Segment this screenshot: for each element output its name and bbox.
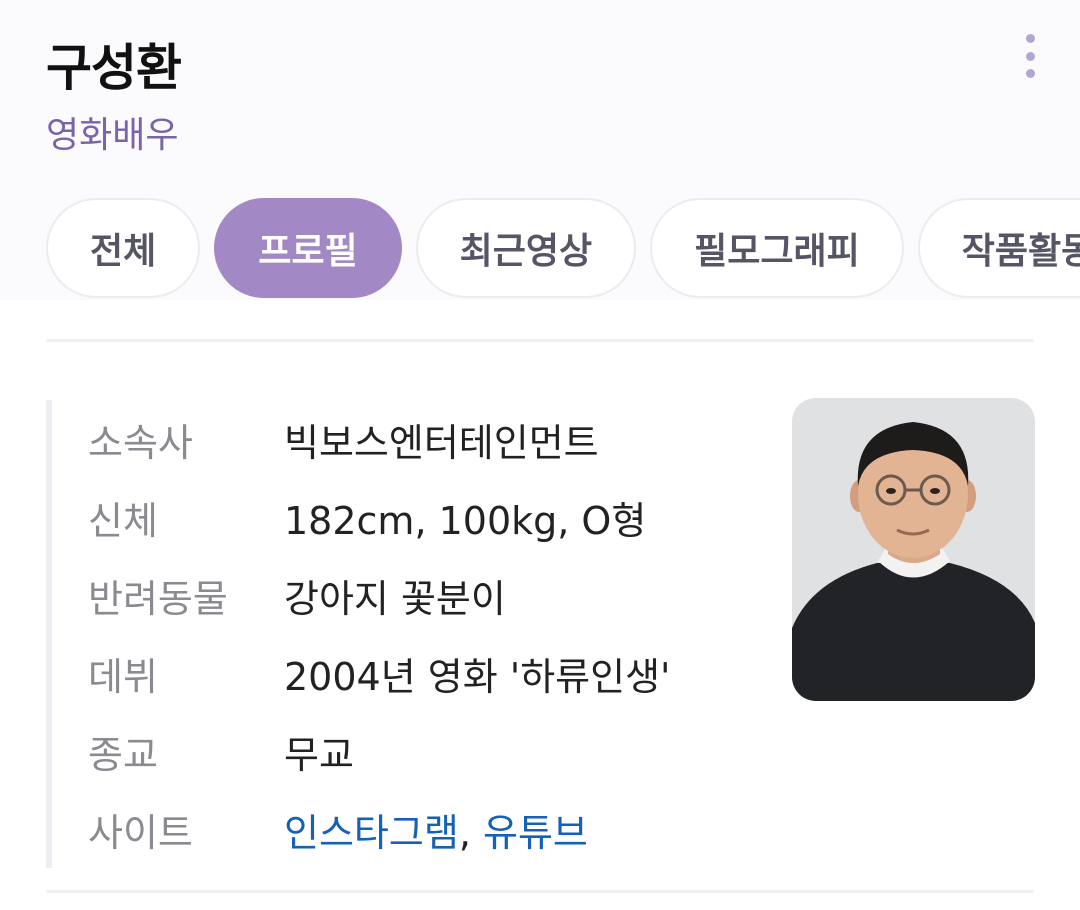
body-value: 182cm, 100kg, O형 [284, 498, 647, 543]
tab-recent-videos[interactable]: 최근영상 [415, 198, 637, 298]
tab-bar: 전체 프로필 최근영상 필모그래피 작품활동 [46, 198, 1080, 298]
tab-profile[interactable]: 프로필 [214, 198, 402, 298]
profile-photo[interactable] [792, 398, 1035, 701]
info-row-site: 사이트 인스타그램, 유튜브 [88, 790, 766, 868]
section-divider-bottom [46, 890, 1034, 893]
debut-value: 2004년 영화 '하류인생' [284, 654, 671, 699]
section-divider-top [46, 339, 1034, 342]
info-row-pet: 반려동물 강아지 꽃분이 [88, 556, 766, 634]
info-row-body: 신체 182cm, 100kg, O형 [88, 478, 766, 556]
tab-all[interactable]: 전체 [46, 198, 201, 298]
pet-label: 반려동물 [88, 576, 228, 621]
info-row-debut: 데뷔 2004년 영화 '하류인생' [88, 634, 766, 712]
youtube-link[interactable]: 유튜브 [483, 811, 588, 855]
profile-info-list: 소속사 빅보스엔터테인먼트 신체 182cm, 100kg, O형 반려동물 강… [46, 400, 766, 868]
tab-filmography[interactable]: 필모그래피 [650, 198, 904, 298]
person-portrait-image [792, 398, 1035, 701]
site-separator: , [458, 810, 471, 855]
debut-label: 데뷔 [88, 654, 158, 699]
info-row-agency: 소속사 빅보스엔터테인먼트 [88, 400, 766, 478]
site-links: 인스타그램, 유튜브 [284, 802, 588, 857]
person-occupation: 영화배우 [46, 115, 179, 156]
more-options-icon[interactable] [1012, 34, 1048, 78]
body-label: 신체 [88, 498, 158, 543]
agency-link[interactable]: 빅보스엔터테인먼트 [284, 412, 599, 467]
religion-value: 무교 [284, 732, 354, 777]
person-name: 구성환 [46, 39, 182, 97]
info-row-religion: 종교 무교 [88, 712, 766, 790]
agency-label: 소속사 [88, 420, 193, 465]
site-label: 사이트 [88, 810, 193, 855]
instagram-link[interactable]: 인스타그램 [284, 811, 459, 855]
religion-label: 종교 [88, 732, 158, 777]
tab-works[interactable]: 작품활동 [917, 198, 1080, 298]
pet-value: 강아지 꽃분이 [284, 576, 506, 621]
